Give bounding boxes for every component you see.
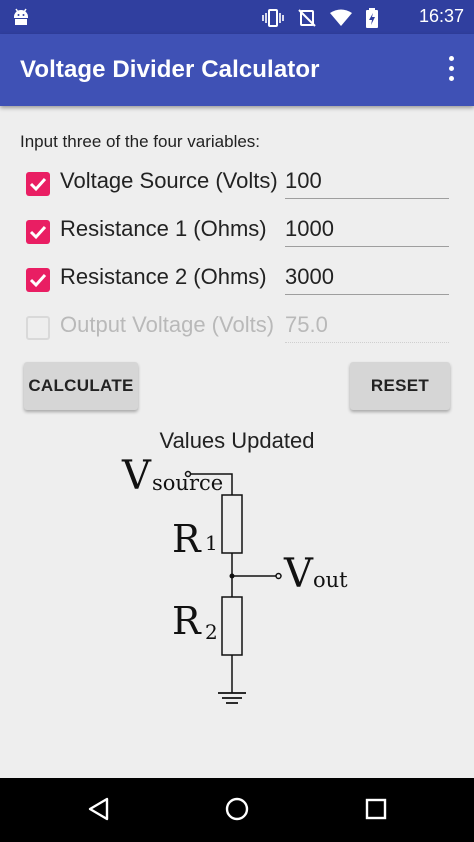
- android-icon: [12, 7, 30, 32]
- r2-subscript: 2: [205, 620, 218, 644]
- vibrate-icon: [262, 9, 284, 32]
- ground-icon: [218, 692, 246, 704]
- resistor-1: [221, 494, 243, 554]
- resistance-2-field[interactable]: [285, 262, 449, 295]
- voltage-source-label: Voltage Source (Volts): [60, 168, 278, 193]
- resistor-2: [221, 596, 243, 656]
- app-title: Voltage Divider Calculator: [20, 56, 320, 83]
- voltage-source-input[interactable]: [285, 168, 445, 194]
- battery-charging-icon: [366, 8, 378, 33]
- voltage-source-row: Voltage Source (Volts): [26, 166, 450, 206]
- r1-symbol: R: [172, 517, 202, 561]
- voltage-divider-diagram: V source R 1 R 2 V out: [121, 455, 348, 704]
- voltage-source-field[interactable]: [285, 166, 449, 199]
- no-sim-icon: [298, 9, 316, 32]
- app-bar: Voltage Divider Calculator: [0, 34, 474, 106]
- more-vert-icon[interactable]: [446, 56, 456, 86]
- resistance-2-input[interactable]: [285, 264, 445, 290]
- check-icon: [29, 225, 47, 240]
- navigation-bar: [0, 778, 474, 842]
- output-voltage-label: Output Voltage (Volts): [60, 312, 275, 337]
- back-icon[interactable]: [86, 796, 110, 827]
- resistance-1-row: Resistance 1 (Ohms): [26, 214, 450, 254]
- clock: 16:37: [418, 6, 464, 26]
- wifi-icon: [330, 9, 352, 32]
- check-icon: [29, 273, 47, 288]
- resistance-1-input[interactable]: [285, 216, 445, 242]
- calculate-button[interactable]: CALCULATE: [24, 362, 138, 410]
- check-icon: [29, 177, 47, 192]
- output-voltage-input: [285, 312, 445, 338]
- status-bar: 16:37: [0, 0, 474, 34]
- resistance-2-row: Resistance 2 (Ohms): [26, 262, 450, 302]
- v-out-subscript: out: [313, 568, 348, 592]
- resistance-1-label: Resistance 1 (Ohms): [60, 216, 267, 241]
- recents-icon[interactable]: [364, 796, 388, 827]
- reset-button[interactable]: RESET: [350, 362, 450, 410]
- r2-symbol: R: [172, 599, 202, 643]
- resistance-1-field[interactable]: [285, 214, 449, 247]
- output-voltage-checkbox[interactable]: [26, 316, 50, 340]
- status-message: Values Updated: [159, 428, 315, 453]
- resistance-2-label: Resistance 2 (Ohms): [60, 264, 267, 289]
- output-voltage-field: [285, 310, 449, 343]
- instructions-text: Input three of the four variables:: [20, 132, 261, 151]
- resistance-2-checkbox[interactable]: [26, 268, 50, 292]
- output-voltage-row: Output Voltage (Volts): [26, 310, 450, 350]
- r1-subscript: 1: [205, 531, 218, 555]
- v-source-symbol: V: [121, 455, 152, 499]
- home-icon[interactable]: [224, 796, 250, 827]
- resistance-1-checkbox[interactable]: [26, 220, 50, 244]
- voltage-source-checkbox[interactable]: [26, 172, 50, 196]
- v-out-symbol: V: [283, 551, 314, 597]
